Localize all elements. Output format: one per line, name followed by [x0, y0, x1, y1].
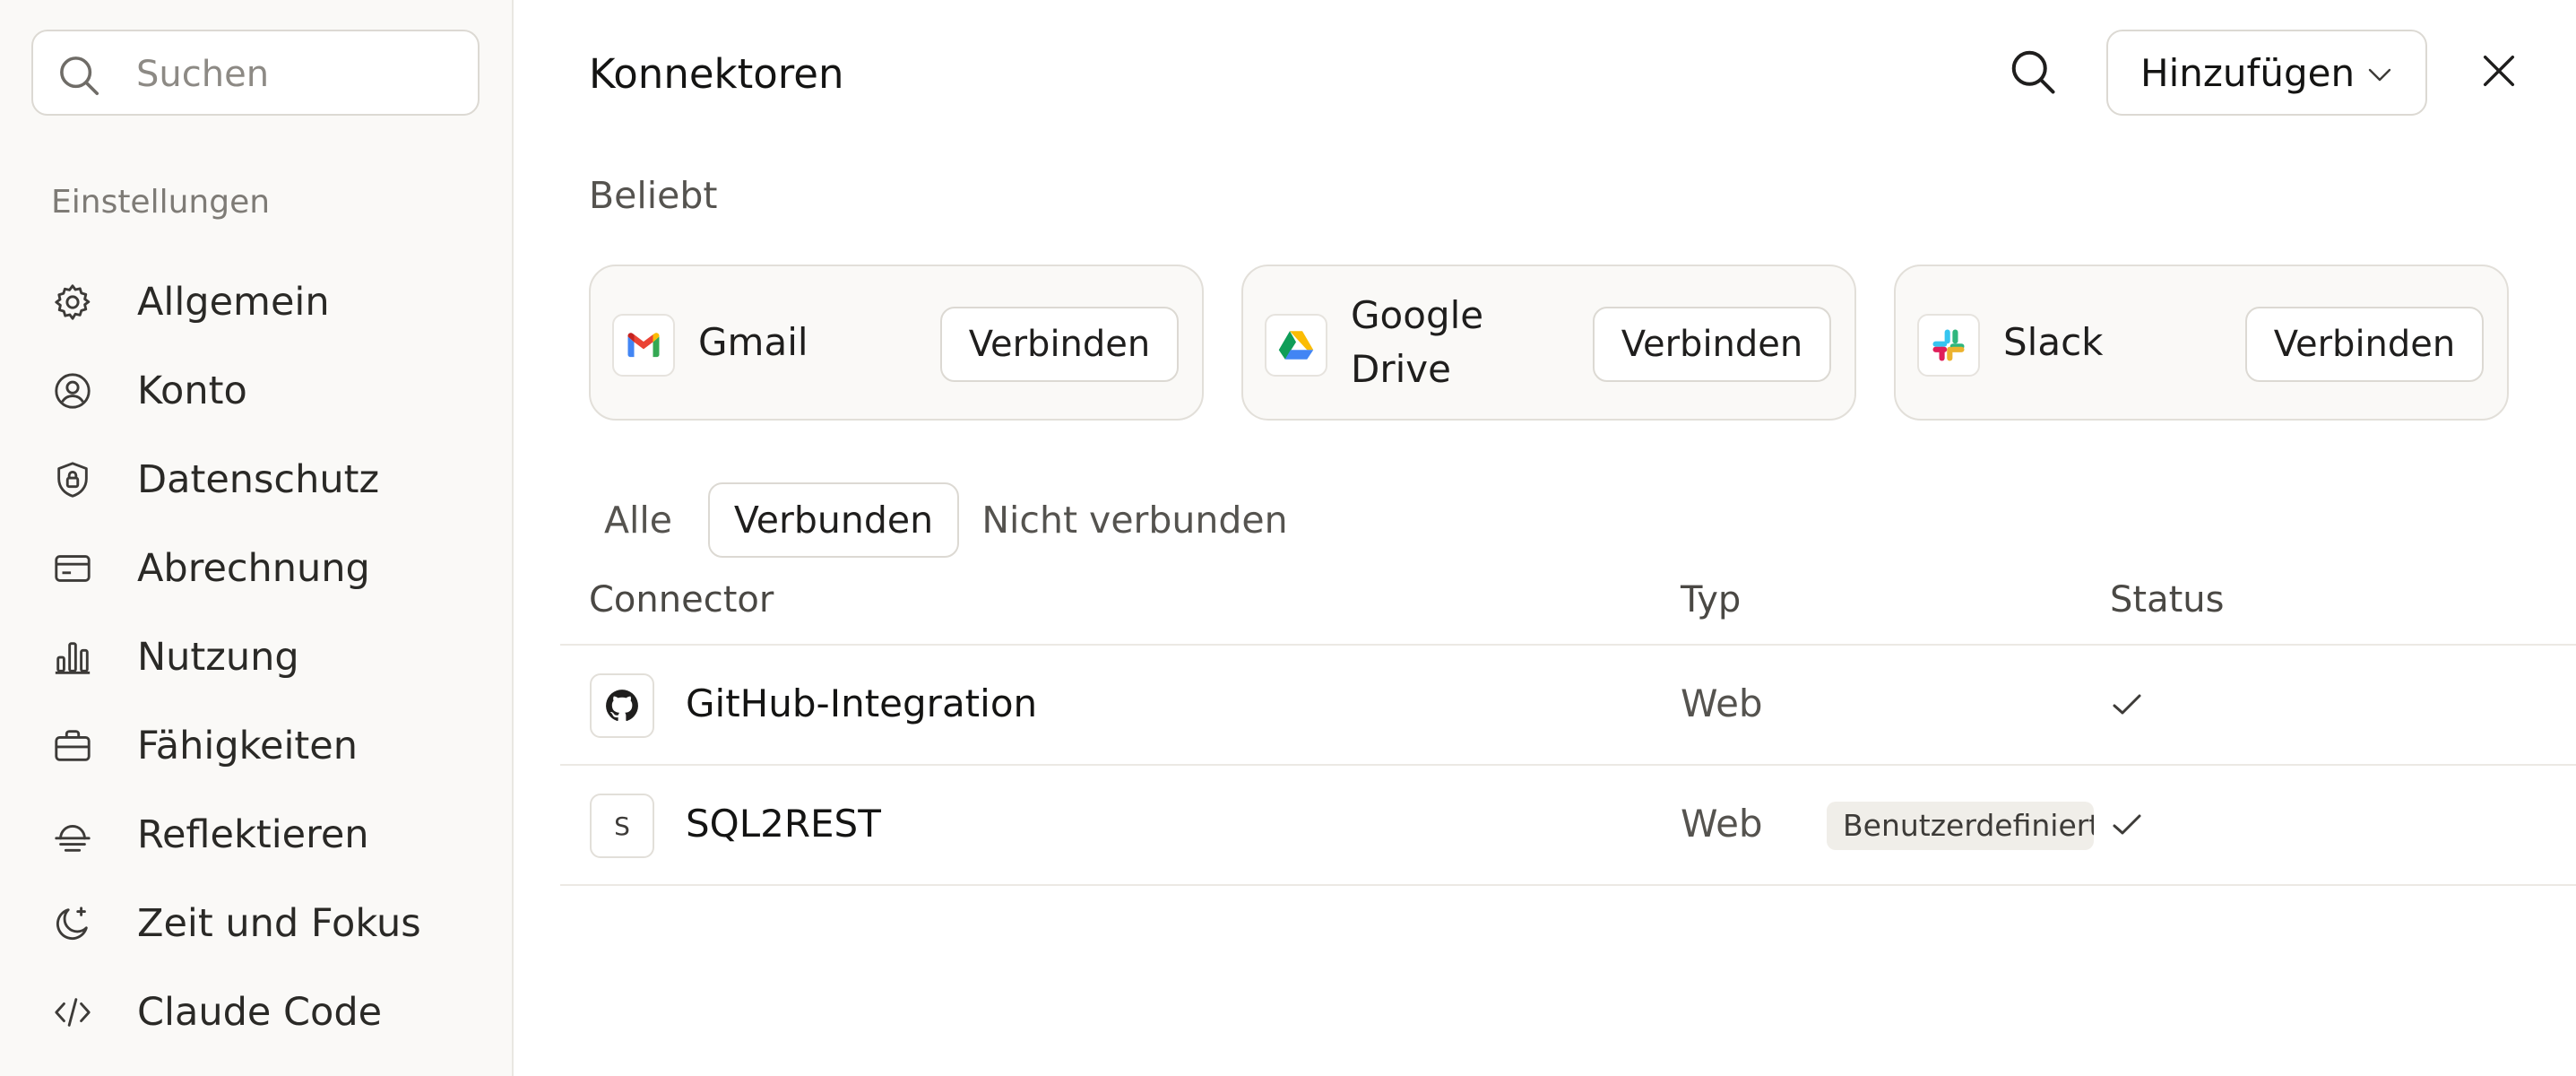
- bar-chart-icon: [55, 642, 91, 674]
- user-circle-icon: [55, 373, 91, 409]
- filter-tab-not-connected[interactable]: Nicht verbunden: [977, 482, 1292, 558]
- connector-type: Web: [1681, 802, 1763, 846]
- sunset-icon: [55, 824, 91, 852]
- table-row[interactable]: GitHub-Integration Web: [560, 646, 2576, 766]
- github-icon: [590, 673, 654, 738]
- search-icon[interactable]: [2006, 45, 2060, 99]
- add-button-label: Hinzufügen: [2140, 50, 2356, 95]
- sidebar-item-label: Nutzung: [137, 635, 299, 680]
- sidebar-item-capabilities[interactable]: Fähigkeiten: [36, 707, 484, 785]
- section-label-settings: Einstellungen: [51, 184, 271, 221]
- sidebar-item-reflect[interactable]: Reflektieren: [36, 796, 484, 873]
- connect-button[interactable]: Verbinden: [2245, 307, 2484, 382]
- sidebar-item-label: Allgemein: [137, 280, 330, 325]
- gear-icon: [55, 284, 91, 320]
- column-header-connector: Connector: [589, 579, 774, 620]
- moon-sparkle-icon: [56, 907, 88, 940]
- connector-card-gmail: Gmail Verbinden: [589, 265, 1204, 421]
- connector-type: Web: [1681, 681, 1763, 725]
- connector-card-name: Gmail: [698, 320, 808, 364]
- sidebar-item-label: Fähigkeiten: [137, 724, 358, 768]
- connector-card-slack: Slack Verbinden: [1894, 265, 2509, 421]
- custom-badge: Benutzerdefiniert: [1827, 802, 2094, 850]
- table-header: Connector Typ Status: [560, 556, 2576, 646]
- connector-card-google-drive: Google Drive Verbinden: [1241, 265, 1856, 421]
- page-title: Konnektoren: [589, 50, 844, 98]
- connector-name: GitHub-Integration: [686, 681, 1038, 725]
- check-icon: [2113, 694, 2141, 715]
- settings-window: Einstellungen Allgemein Konto Datenschut…: [0, 0, 2576, 1076]
- connect-button[interactable]: Verbinden: [1593, 307, 1831, 382]
- sidebar-item-time-focus[interactable]: Zeit und Fokus: [36, 885, 484, 962]
- sidebar-item-privacy[interactable]: Datenschutz: [36, 441, 484, 518]
- search-input[interactable]: [136, 49, 459, 100]
- connector-name: SQL2REST: [686, 802, 881, 846]
- filter-tab-connected[interactable]: Verbunden: [708, 482, 959, 558]
- sidebar-item-billing[interactable]: Abrechnung: [36, 530, 484, 607]
- table-row[interactable]: S SQL2REST Web Benutzerdefiniert: [560, 766, 2576, 886]
- code-icon: [55, 998, 91, 1027]
- sidebar-item-general[interactable]: Allgemein: [36, 264, 484, 341]
- column-header-status: Status: [2110, 579, 2225, 620]
- search-icon: [60, 56, 99, 96]
- connector-card-name: Google Drive: [1351, 293, 1484, 391]
- sidebar-item-label: Konto: [137, 369, 247, 413]
- sidebar-item-label: Reflektieren: [137, 812, 369, 857]
- sidebar-search[interactable]: [31, 30, 480, 116]
- check-icon: [2113, 814, 2141, 835]
- sidebar-item-label: Datenschutz: [137, 457, 380, 502]
- connector-card-name: Slack: [2003, 320, 2104, 364]
- briefcase-icon: [55, 730, 91, 761]
- sidebar-item-label: Zeit und Fokus: [137, 901, 421, 946]
- column-header-type: Typ: [1681, 579, 1742, 620]
- popular-section-label: Beliebt: [589, 174, 718, 217]
- google-drive-icon: [1265, 314, 1327, 377]
- filter-tab-all[interactable]: Alle: [589, 482, 687, 558]
- sidebar-item-label: Claude Code: [137, 990, 383, 1035]
- sidebar: Einstellungen Allgemein Konto Datenschut…: [0, 0, 514, 1076]
- shield-lock-icon: [57, 462, 88, 498]
- close-icon[interactable]: [2478, 50, 2520, 91]
- letter-s-icon: S: [590, 794, 654, 858]
- connectors-panel: Konnektoren Hinzufügen Beliebt Gmail Ver…: [515, 0, 2576, 1076]
- sidebar-item-claude-code[interactable]: Claude Code: [36, 974, 484, 1051]
- connect-button[interactable]: Verbinden: [940, 307, 1179, 382]
- sidebar-item-usage[interactable]: Nutzung: [36, 619, 484, 696]
- sidebar-item-account[interactable]: Konto: [36, 352, 484, 430]
- gmail-icon: [612, 314, 675, 377]
- slack-icon: [1917, 314, 1980, 377]
- chevron-down-icon: [2368, 68, 2391, 82]
- add-button[interactable]: Hinzufügen: [2106, 30, 2427, 116]
- credit-card-icon: [55, 555, 91, 582]
- sidebar-item-label: Abrechnung: [137, 546, 370, 591]
